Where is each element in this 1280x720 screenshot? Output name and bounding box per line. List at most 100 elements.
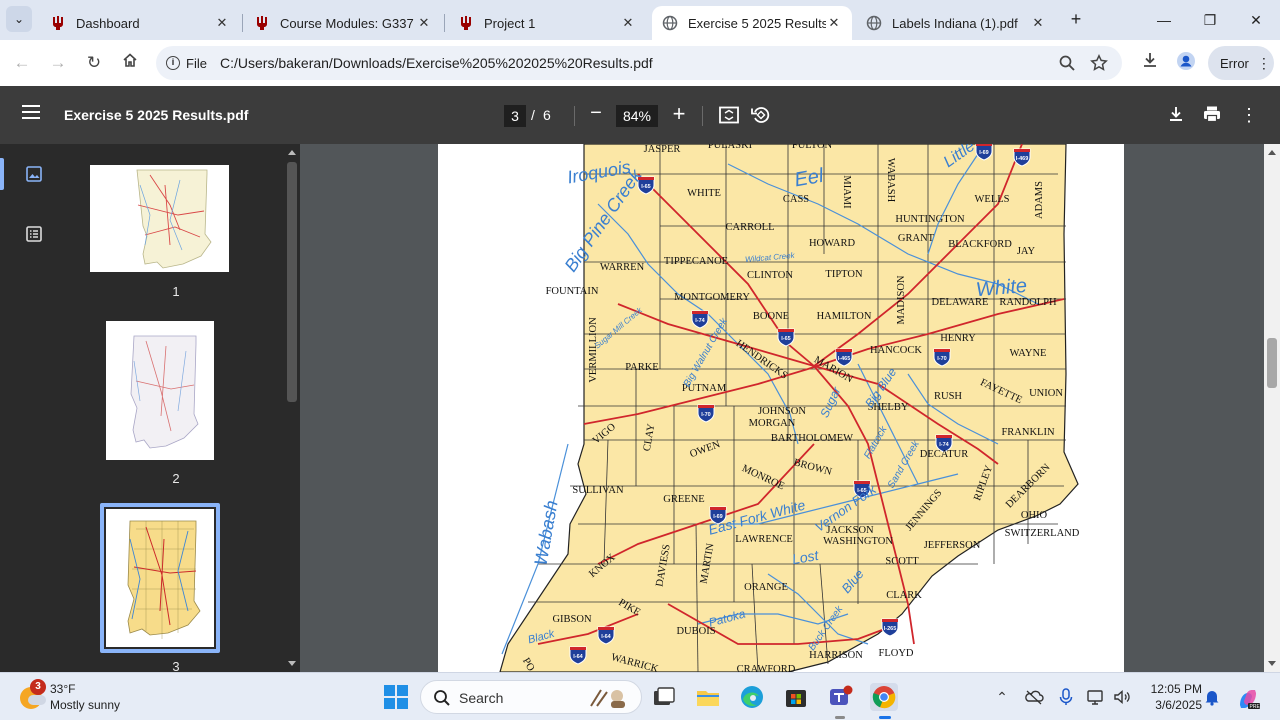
download-icon [1144,53,1156,67]
county-label: TIPPECANOE [664,256,728,267]
iu-trident-icon [254,15,270,31]
store-button[interactable] [782,683,810,711]
bookmark-star-icon[interactable] [1090,54,1108,72]
tab-project-1[interactable]: Project 1 ✕ [448,6,646,40]
browser-toolbar: ← → ↻ i File C:/Users/bakeran/Downloads/… [0,40,1280,86]
back-button[interactable]: ← [10,51,34,75]
new-tab-button[interactable]: + [1066,9,1086,29]
system-clock[interactable]: 12:05 PM 3/6/2025 [1140,681,1202,713]
shield-label: I-64 [573,654,583,660]
notification-bell-icon[interactable] [1202,687,1222,707]
rotate-icon [751,107,770,123]
chrome-button[interactable] [870,683,898,711]
county-label: BARTHOLOMEW [771,433,853,444]
more-actions-button[interactable]: ⋮ [1238,104,1260,126]
county-label: RUSH [934,391,962,402]
minimize-button[interactable]: — [1152,8,1176,32]
task-view-icon [654,687,675,705]
main-scroll-thumb[interactable] [1267,338,1277,388]
edge-icon [741,686,763,708]
shield-label: I-70 [701,412,710,418]
restore-button[interactable]: ❐ [1198,8,1222,32]
weather-condition: Mostly sunny [50,698,121,712]
site-info-chip[interactable]: i File [166,53,207,73]
zoom-out-button[interactable]: − [586,102,606,125]
downloads-button[interactable] [1138,51,1162,75]
pdf-title: Exercise 5 2025 Results.pdf [64,107,249,123]
county-label: GRANT [898,233,935,244]
taskbar-search[interactable]: Search [420,680,642,714]
fit-page-icon [719,106,739,124]
tab-dashboard[interactable]: Dashboard ✕ [40,6,240,40]
reload-button[interactable]: ↻ [82,51,106,75]
close-icon[interactable]: ✕ [214,15,230,31]
start-button[interactable] [384,685,408,709]
county-label: WABASH [885,158,896,203]
profile-error-button[interactable]: Error ⋮ [1208,46,1274,80]
tab-divider [444,14,445,32]
close-icon[interactable]: ✕ [620,15,636,31]
page-number-input[interactable]: 3 [504,105,526,127]
scroll-down-icon[interactable] [288,661,296,666]
sidebar-scroll-thumb[interactable] [287,162,297,402]
chevron-up-icon[interactable]: ⌃ [992,687,1012,707]
main-scrollbar[interactable] [1264,144,1280,672]
pdf-download-button[interactable] [1166,104,1188,126]
zoom-in-button[interactable]: + [669,101,689,127]
thumbnail-page-3[interactable] [106,509,214,647]
close-icon[interactable]: ✕ [826,15,842,31]
tab-search-button[interactable]: ⌄ [6,6,32,32]
tab-course-modules[interactable]: Course Modules: G337 - ✕ [244,6,442,40]
sidebar-menu-button[interactable] [22,105,40,119]
running-indicator [835,716,845,719]
network-icon[interactable] [1086,687,1106,707]
thumbnails-view-button[interactable] [24,164,44,184]
tab-exercise-5-results[interactable]: Exercise 5 2025 Results.p ✕ [652,6,852,40]
print-button[interactable] [1202,104,1224,126]
url-text[interactable]: C:/Users/bakeran/Downloads/Exercise%205%… [220,55,653,71]
rotate-button[interactable] [750,104,772,126]
sidebar-rail [0,144,68,672]
volume-icon[interactable] [1112,687,1132,707]
forward-button[interactable]: → [46,51,70,75]
thumbnail-page-2[interactable] [106,321,214,460]
teams-button[interactable] [826,683,854,711]
scroll-down-icon[interactable] [1268,661,1276,666]
zoom-icon[interactable] [1058,54,1076,72]
county-label: SCOTT [885,556,919,567]
weather-widget[interactable]: 3 33°F Mostly sunny [18,679,138,715]
clock-time: 12:05 PM [1150,682,1202,696]
microphone-icon[interactable] [1056,687,1076,707]
zoom-level-input[interactable]: 84% [616,105,658,127]
thumbnail-page-1[interactable] [90,165,229,272]
onedrive-icon[interactable] [1024,687,1044,707]
home-button[interactable] [118,51,142,75]
profile-button[interactable] [1174,51,1198,75]
svg-text:PRE: PRE [1250,704,1261,710]
close-icon[interactable]: ✕ [416,15,432,31]
close-icon[interactable]: ✕ [1030,15,1046,31]
county-label: WELLS [975,194,1010,205]
pdf-sidebar: 1 2 3 [0,144,300,672]
county-label: SULLIVAN [572,485,624,496]
task-view-button[interactable] [650,683,678,711]
address-bar[interactable]: i File C:/Users/bakeran/Downloads/Exerci… [156,46,1122,80]
fit-to-page-button[interactable] [718,104,740,126]
image-icon [26,166,42,182]
scroll-up-icon[interactable] [1268,150,1276,155]
chevron-down-icon: ⌄ [13,12,25,26]
river-label: White [975,275,1028,301]
county-label: MADISON [896,275,907,324]
scroll-up-icon[interactable] [288,150,296,155]
edge-button[interactable] [738,683,766,711]
copilot-icon[interactable]: PRE [1236,687,1261,710]
thumbnail-list[interactable]: 1 2 3 [68,144,284,672]
chrome-icon [872,686,896,709]
tab-labels-indiana[interactable]: Labels Indiana (1).pdf ✕ [856,6,1056,40]
close-window-button[interactable]: ✕ [1244,8,1268,32]
pdf-viewer-area[interactable]: I-65 I-65 I-65 I-74 I-74 I-465 I-69 I-69 I-70 I-7… [300,144,1280,672]
sidebar-scrollbar[interactable] [284,144,300,672]
file-explorer-button[interactable] [694,683,722,711]
more-vert-icon: ⋮ [1256,54,1271,71]
outline-view-button[interactable] [24,224,44,244]
